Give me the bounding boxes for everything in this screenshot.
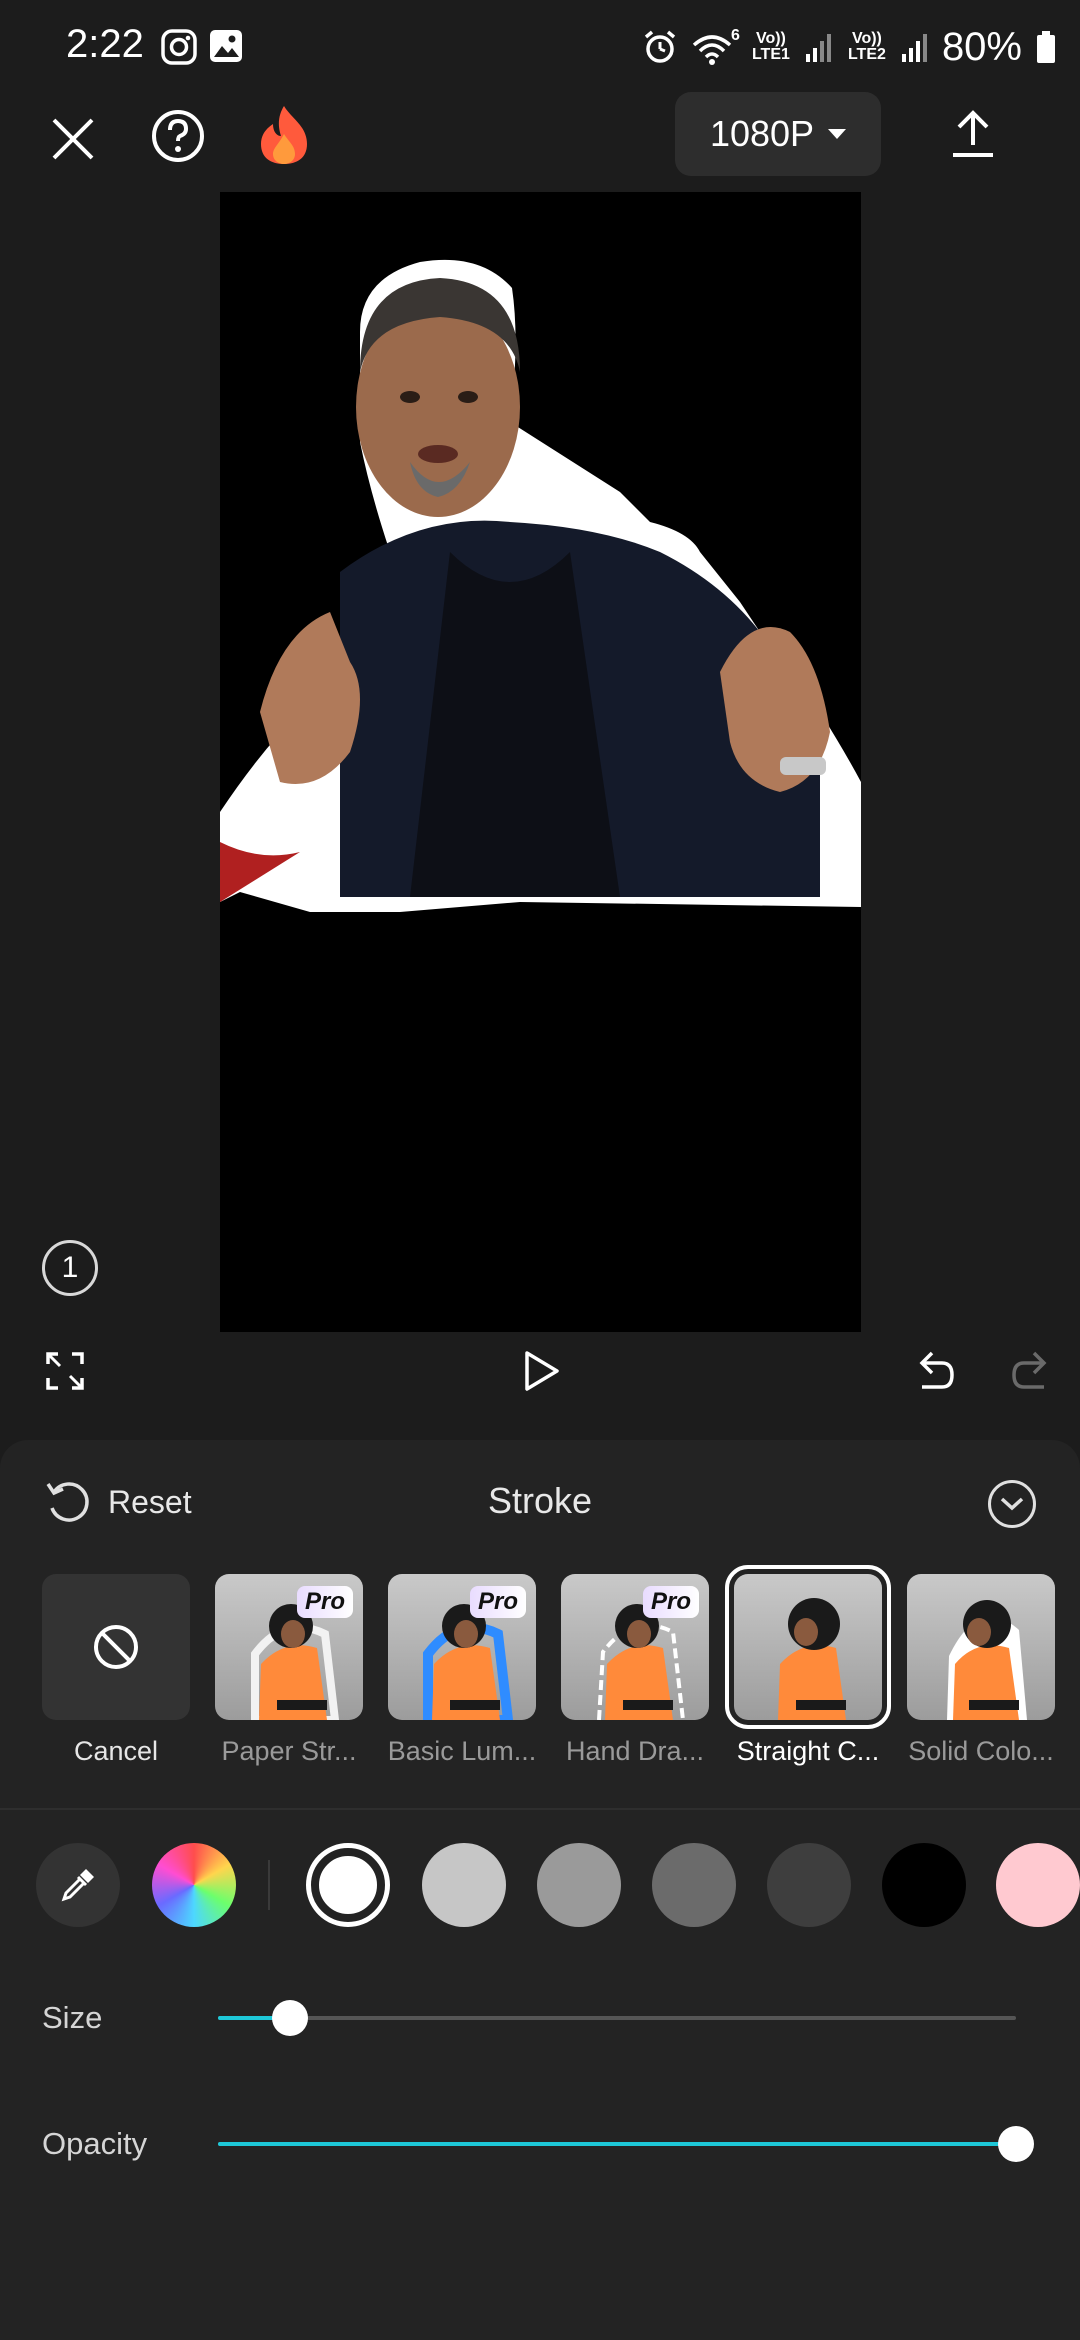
help-button[interactable] xyxy=(146,104,210,168)
status-bar: 2:22 6 Vo)) LTE1 Vo)) LTE2 80% xyxy=(0,0,1080,96)
preset-thumb: Pro xyxy=(215,1574,363,1720)
swatch-gray[interactable] xyxy=(537,1843,621,1927)
stroke-panel: Reset Stroke Cancel Pro Paper Str... Pro… xyxy=(0,1440,1080,2340)
swatch-light-gray[interactable] xyxy=(422,1843,506,1927)
preset-hand-drawn[interactable]: Pro Hand Dra... xyxy=(561,1574,709,1766)
divider xyxy=(268,1860,270,1910)
preset-thumb xyxy=(907,1574,1055,1720)
play-icon xyxy=(525,1351,559,1391)
gallery-icon xyxy=(210,30,242,62)
preset-label: Basic Lum... xyxy=(387,1736,537,1766)
size-slider-row: Size xyxy=(0,1988,1080,2048)
resolution-label: 1080P xyxy=(709,113,815,154)
close-icon xyxy=(52,118,94,160)
help-icon xyxy=(152,110,204,162)
slider-fill xyxy=(218,2142,1016,2146)
eyedropper-icon xyxy=(61,1869,94,1902)
wifi-badge: 6 xyxy=(731,27,740,44)
opacity-slider[interactable] xyxy=(218,2126,1034,2162)
video-preview[interactable] xyxy=(220,192,861,1332)
undo-button[interactable] xyxy=(910,1346,960,1396)
chevron-down-icon xyxy=(1000,1497,1024,1511)
color-swatches xyxy=(0,1840,1080,1930)
export-button[interactable] xyxy=(948,104,998,164)
pro-badge: Pro xyxy=(469,1586,526,1618)
swatch-black[interactable] xyxy=(882,1843,966,1927)
swatch-charcoal[interactable] xyxy=(767,1843,851,1927)
preset-label: Hand Dra... xyxy=(565,1736,705,1766)
model-thumbnail xyxy=(947,1600,1027,1720)
play-button[interactable] xyxy=(516,1346,566,1396)
preset-straight-cut[interactable]: Straight C... xyxy=(725,1565,891,1766)
signal-icon xyxy=(805,34,831,62)
no-entry-icon xyxy=(94,1625,138,1669)
undo-icon xyxy=(919,1351,954,1389)
collapse-button[interactable] xyxy=(988,1480,1036,1528)
divider xyxy=(0,1808,1080,1810)
status-time: 2:22 xyxy=(66,22,144,66)
sim1-label: Vo)) LTE1 xyxy=(751,30,790,63)
preset-thumb xyxy=(725,1565,891,1729)
preset-label: Paper Str... xyxy=(221,1736,357,1766)
page-number-badge[interactable]: 1 xyxy=(42,1240,98,1296)
battery-percent: 80% xyxy=(941,24,1022,69)
alarm-icon xyxy=(644,30,676,63)
pro-flame-button[interactable] xyxy=(252,100,316,170)
redo-icon xyxy=(1012,1351,1047,1389)
size-label: Size xyxy=(42,2000,103,2035)
pro-badge: Pro xyxy=(642,1586,699,1618)
panel-header: Reset Stroke xyxy=(0,1440,1080,1564)
panel-title: Stroke xyxy=(487,1480,593,1521)
close-button[interactable] xyxy=(40,106,106,172)
stroke-presets: Cancel Pro Paper Str... Pro Basic Lum...… xyxy=(0,1565,1080,1766)
slider-knob[interactable] xyxy=(271,2000,308,2036)
opacity-slider-row: Opacity xyxy=(0,2114,1080,2174)
battery-icon xyxy=(1037,31,1055,63)
preset-solid-color[interactable]: Solid Colo... xyxy=(907,1574,1055,1766)
pro-badge: Pro xyxy=(296,1586,353,1618)
preset-thumb: Pro xyxy=(561,1574,709,1720)
swatch-dark-gray[interactable] xyxy=(652,1843,736,1927)
preset-basic-luminous[interactable]: Pro Basic Lum... xyxy=(388,1574,536,1766)
preset-paper-stroke[interactable]: Pro Paper Str... xyxy=(215,1574,363,1766)
fullscreen-icon xyxy=(46,1352,84,1390)
fullscreen-button[interactable] xyxy=(40,1346,90,1396)
slider-knob[interactable] xyxy=(998,2126,1034,2162)
preset-label: Cancel xyxy=(73,1736,159,1766)
subject-cutout xyxy=(220,259,861,913)
chevron-down-icon xyxy=(828,129,847,139)
resolution-dropdown[interactable]: 1080P xyxy=(675,92,881,176)
swatch-pink[interactable] xyxy=(996,1843,1080,1927)
preset-label: Solid Colo... xyxy=(908,1736,1054,1766)
sim2-label: Vo)) LTE2 xyxy=(847,30,886,63)
status-right: 6 Vo)) LTE1 Vo)) LTE2 80% xyxy=(642,20,1056,74)
wifi-icon: 6 xyxy=(692,27,740,67)
model-thumbnail xyxy=(778,1598,846,1720)
flame-icon xyxy=(261,106,307,164)
preset-thumb xyxy=(42,1574,190,1720)
size-slider[interactable] xyxy=(218,2000,1016,2036)
signal-icon xyxy=(901,34,927,62)
redo-button[interactable] xyxy=(1006,1346,1056,1396)
swatch-white[interactable] xyxy=(306,1843,390,1927)
instagram-icon xyxy=(161,29,197,65)
eyedropper-button[interactable] xyxy=(36,1843,120,1927)
opacity-label: Opacity xyxy=(42,2126,148,2161)
color-wheel-button[interactable] xyxy=(152,1843,236,1927)
preset-cancel[interactable]: Cancel xyxy=(42,1574,190,1766)
export-icon xyxy=(953,110,993,157)
preset-thumb: Pro xyxy=(388,1574,536,1720)
preset-label: Straight C... xyxy=(736,1736,880,1766)
